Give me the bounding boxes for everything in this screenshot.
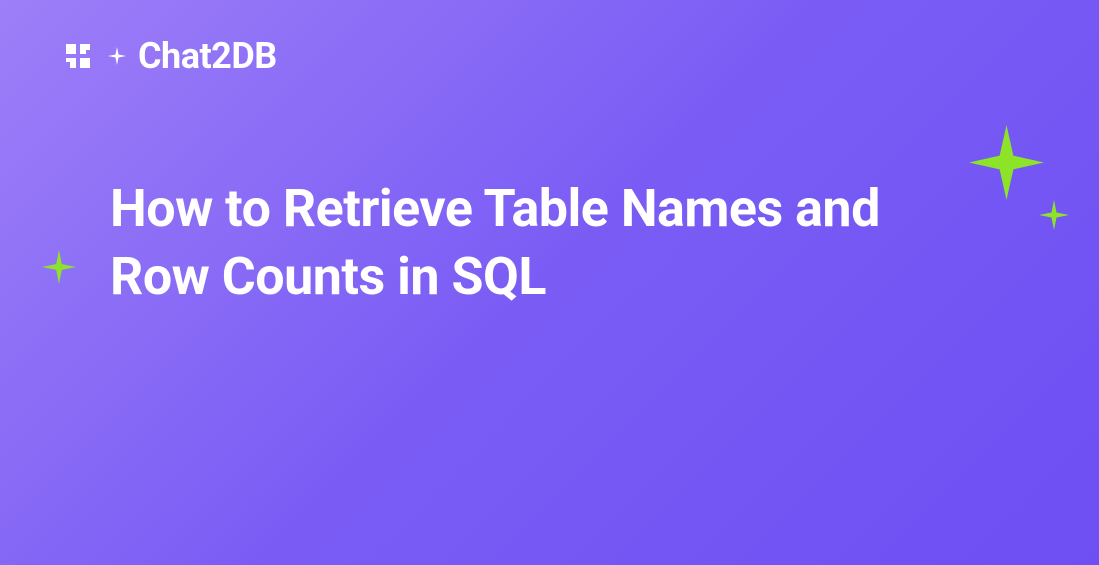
sparkle-decoration-right-small-icon: [1039, 200, 1069, 230]
brand-logo-icon: [60, 38, 96, 74]
sparkle-decoration-right-large-icon: [969, 125, 1044, 200]
sparkle-decoration-left-icon: [42, 250, 76, 284]
page-title: How to Retrieve Table Names and Row Coun…: [110, 175, 899, 310]
brand-header: Chat2DB: [60, 35, 1039, 77]
sparkle-icon: [108, 47, 126, 65]
hero-banner: Chat2DB How to Retrieve Table Names and …: [0, 0, 1099, 565]
brand-name: Chat2DB: [138, 35, 277, 77]
